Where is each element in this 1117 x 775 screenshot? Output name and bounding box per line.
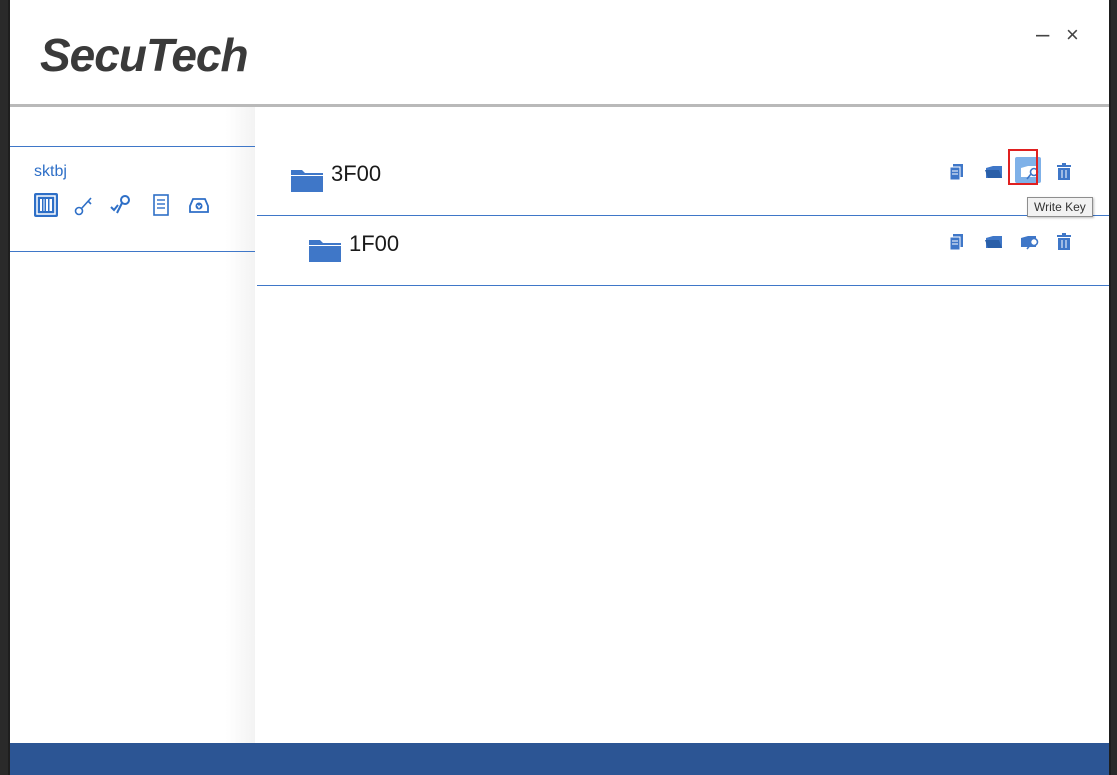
footer-bar xyxy=(10,743,1109,775)
folder-name: 1F00 xyxy=(349,231,400,256)
folder-row-1f00[interactable]: 1F00 xyxy=(257,216,1109,286)
folder-open-icon[interactable] xyxy=(984,162,1004,182)
write-key-icon[interactable] xyxy=(1020,162,1040,182)
key-check-icon[interactable] xyxy=(109,193,133,217)
folder-row-3f00[interactable]: 3F00 Write Key xyxy=(257,146,1109,217)
folder-open-icon[interactable] xyxy=(984,232,1004,252)
account-panel: sktbj xyxy=(10,146,255,252)
header: SecuTech – × xyxy=(10,0,1109,107)
folder-name: 3F00 xyxy=(331,161,382,186)
trash-icon[interactable] xyxy=(1054,162,1074,182)
minimize-button[interactable]: – xyxy=(1036,20,1049,50)
barcode-icon[interactable] xyxy=(34,193,58,217)
tooltip: Write Key xyxy=(1027,197,1093,217)
key-icon[interactable] xyxy=(72,193,96,217)
document-icon[interactable] xyxy=(149,193,173,217)
folder-icon xyxy=(307,234,343,264)
sidebar: sktbj xyxy=(10,107,255,743)
app-logo: SecuTech xyxy=(40,29,249,81)
write-key-icon[interactable] xyxy=(1020,232,1040,252)
account-name[interactable]: sktbj xyxy=(34,163,67,181)
download-tray-icon[interactable] xyxy=(187,193,211,217)
close-button[interactable]: × xyxy=(1066,20,1079,50)
folder-icon xyxy=(289,164,325,194)
app-window: SecuTech – × sktbj 3F00 Write Key 1F00 xyxy=(8,0,1111,775)
file-tree: 3F00 Write Key 1F00 xyxy=(257,107,1109,743)
copy-icon[interactable] xyxy=(947,162,967,182)
trash-icon[interactable] xyxy=(1054,232,1074,252)
copy-icon[interactable] xyxy=(947,232,967,252)
